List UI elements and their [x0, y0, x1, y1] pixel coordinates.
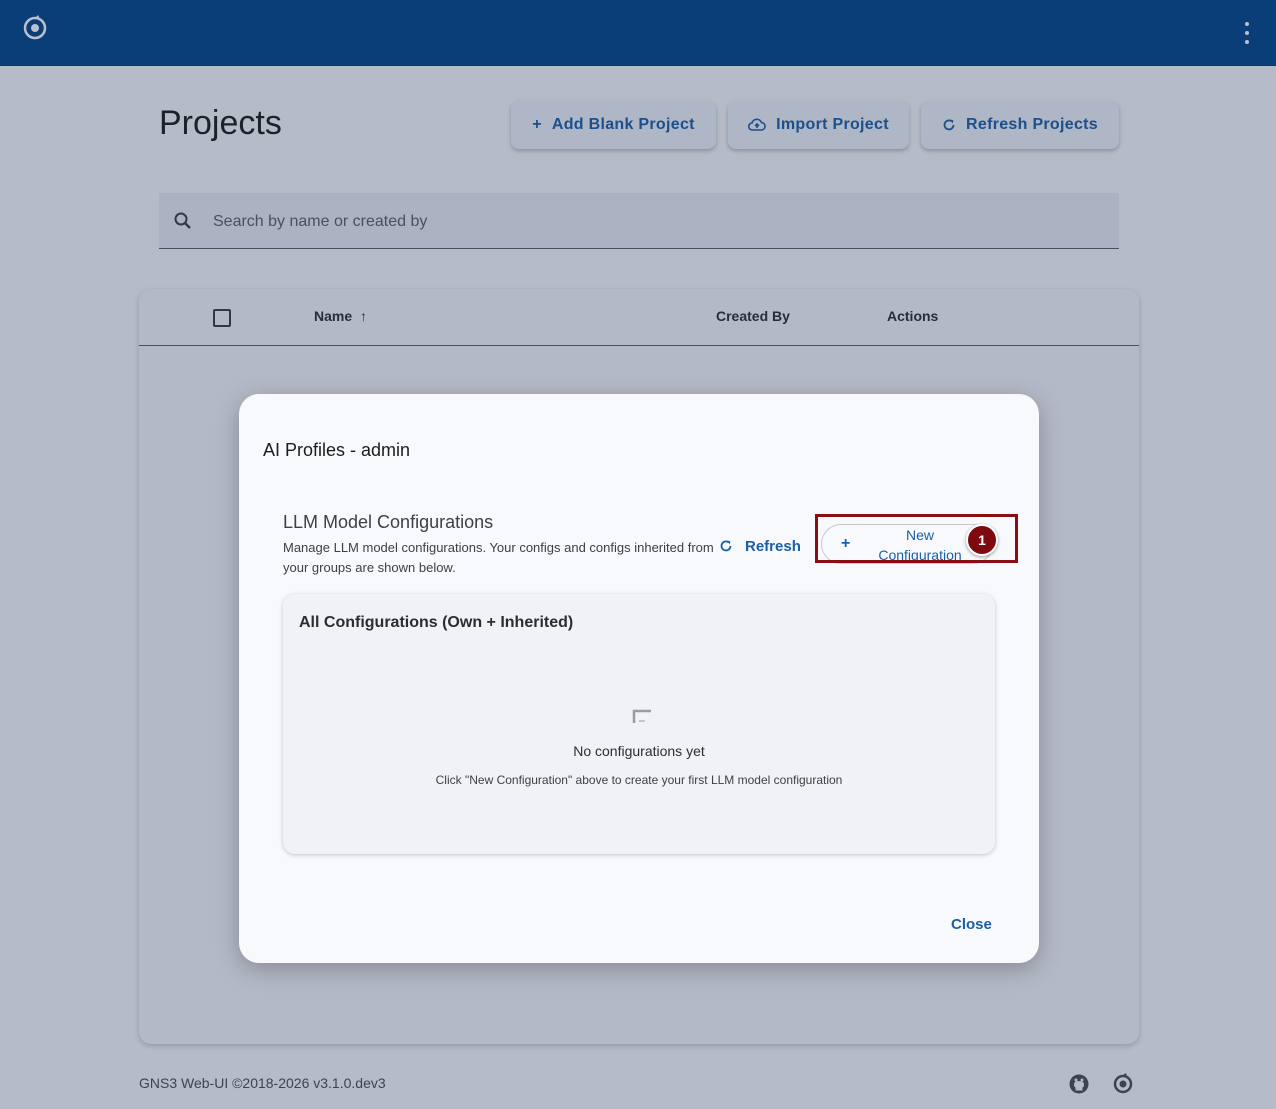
dialog-title: AI Profiles - admin: [263, 440, 411, 460]
new-configuration-label: New Configuration: [878, 527, 962, 563]
section-description: Manage LLM model configurations. Your co…: [283, 540, 714, 575]
empty-state-subtitle: Click "New Configuration" above to creat…: [435, 773, 843, 787]
configurations-card: All Configurations (Own + Inherited) No …: [283, 594, 995, 854]
refresh-icon: [720, 540, 732, 552]
section-title: LLM Model Configurations: [283, 512, 494, 532]
plus-icon: +: [841, 535, 851, 552]
ai-profiles-dialog: AI Profiles - admin LLM Model Configurat…: [239, 394, 1039, 963]
configurations-card-title: All Configurations (Own + Inherited): [299, 614, 574, 631]
close-button[interactable]: Close: [951, 916, 992, 933]
step-marker: 1: [966, 524, 998, 556]
refresh-button[interactable]: Refresh: [719, 534, 801, 558]
empty-state-title: No configurations yet: [573, 743, 705, 759]
refresh-label: Refresh: [745, 537, 801, 555]
empty-state-icon: [632, 709, 651, 723]
